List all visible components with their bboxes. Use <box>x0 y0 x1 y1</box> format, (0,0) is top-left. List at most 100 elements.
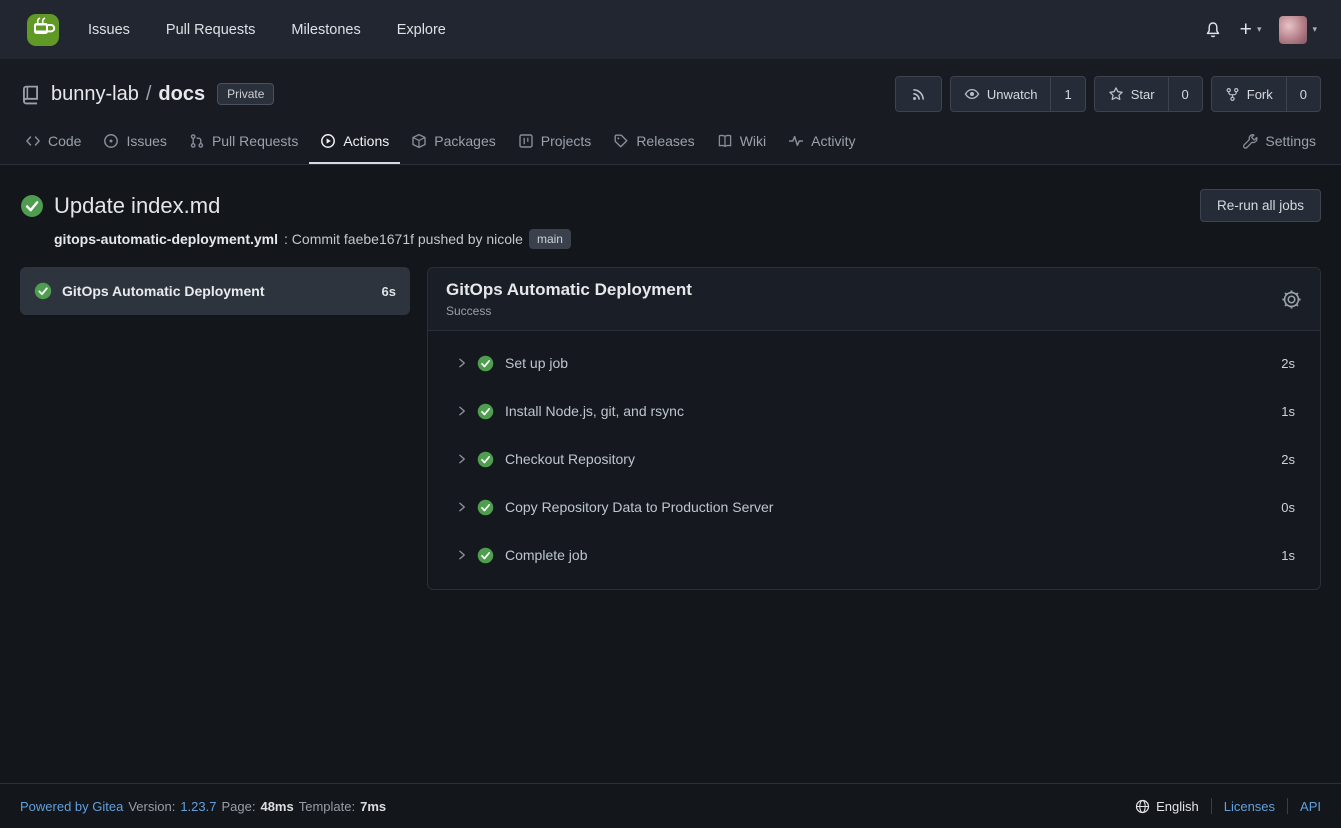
step-name: Set up job <box>505 355 1281 371</box>
eye-icon <box>964 86 980 102</box>
star-button[interactable]: Star <box>1095 77 1168 111</box>
nav-item-pull-requests[interactable]: Pull Requests <box>148 0 273 60</box>
user-menu-button[interactable]: ▾ <box>1279 16 1317 44</box>
rss-icon <box>911 87 926 102</box>
version-label: Version: <box>128 799 175 814</box>
tab-label: Code <box>48 133 81 149</box>
tab-label: Pull Requests <box>212 133 298 149</box>
step-name: Checkout Repository <box>505 451 1281 467</box>
rss-button[interactable] <box>896 77 941 111</box>
chevron-right-icon <box>456 405 468 417</box>
tab-activity[interactable]: Activity <box>777 122 866 164</box>
language-label: English <box>1156 799 1199 814</box>
tab-issues[interactable]: Issues <box>92 122 177 164</box>
watch-button-group: Unwatch 1 <box>950 76 1086 112</box>
job-list: GitOps Automatic Deployment 6s <box>20 267 410 315</box>
tab-label: Packages <box>434 133 495 149</box>
step-success-icon <box>477 355 494 372</box>
job-success-icon <box>34 282 52 300</box>
unwatch-label: Unwatch <box>987 87 1038 102</box>
tab-actions[interactable]: Actions <box>309 122 400 164</box>
unwatch-button[interactable]: Unwatch <box>951 77 1051 111</box>
visibility-badge: Private <box>217 83 274 105</box>
step-name: Install Node.js, git, and rsync <box>505 403 1281 419</box>
footer-meta: Powered by Gitea Version: 1.23.7 Page: 4… <box>20 799 386 814</box>
step-row-copy[interactable]: Copy Repository Data to Production Serve… <box>428 483 1320 531</box>
globe-icon <box>1135 799 1150 814</box>
step-name: Copy Repository Data to Production Serve… <box>505 499 1281 515</box>
chevron-right-icon <box>456 453 468 465</box>
chevron-right-icon <box>456 501 468 513</box>
repo-name-link[interactable]: docs <box>158 83 205 105</box>
repo-icon <box>20 84 41 105</box>
page-footer: Powered by Gitea Version: 1.23.7 Page: 4… <box>0 783 1341 828</box>
nav-item-issues[interactable]: Issues <box>70 0 148 60</box>
step-list: Set up job 2s Install Node.js, git, and … <box>428 331 1320 589</box>
repo-owner-link[interactable]: bunny-lab <box>51 83 139 105</box>
create-new-button[interactable]: + ▾ <box>1240 19 1262 40</box>
job-status-text: Success <box>446 304 692 318</box>
tab-code[interactable]: Code <box>14 122 92 164</box>
chevron-down-icon: ▾ <box>1257 24 1262 35</box>
api-link[interactable]: API <box>1288 799 1321 814</box>
star-icon <box>1108 86 1124 102</box>
repo-tabs: Code Issues Pull Requests Actions Packag… <box>0 122 1341 164</box>
notifications-bell-icon[interactable] <box>1204 21 1222 39</box>
powered-by-gitea-link[interactable]: Powered by Gitea <box>20 799 123 814</box>
workflow-file: gitops-automatic-deployment.yml <box>54 231 278 247</box>
job-options-gear-icon[interactable] <box>1281 289 1302 310</box>
repo-title-row: bunny-lab/docs Private Unwatch 1 <box>0 60 1341 122</box>
job-detail-header: GitOps Automatic Deployment Success <box>428 268 1320 331</box>
job-list-item[interactable]: GitOps Automatic Deployment 6s <box>20 267 410 315</box>
step-duration: 0s <box>1281 500 1295 515</box>
step-success-icon <box>477 499 494 516</box>
step-row-install[interactable]: Install Node.js, git, and rsync 1s <box>428 387 1320 435</box>
tab-wiki[interactable]: Wiki <box>706 122 777 164</box>
rerun-all-jobs-button[interactable]: Re-run all jobs <box>1200 189 1321 222</box>
repo-header: bunny-lab/docs Private Unwatch 1 <box>0 60 1341 165</box>
forks-count[interactable]: 0 <box>1286 77 1320 111</box>
tab-label: Issues <box>126 133 166 149</box>
tab-releases[interactable]: Releases <box>602 122 705 164</box>
actions-run-page: Update index.md Re-run all jobs gitops-a… <box>0 165 1341 783</box>
run-status-success-icon <box>20 194 44 218</box>
fork-button[interactable]: Fork <box>1212 77 1286 111</box>
step-row-setup[interactable]: Set up job 2s <box>428 339 1320 387</box>
tab-settings[interactable]: Settings <box>1231 122 1327 164</box>
run-title: Update index.md <box>54 193 220 219</box>
tab-projects[interactable]: Projects <box>507 122 603 164</box>
job-detail-card: GitOps Automatic Deployment Success Set … <box>427 267 1321 590</box>
tab-label: Settings <box>1265 133 1316 149</box>
step-row-complete[interactable]: Complete job 1s <box>428 531 1320 579</box>
fork-icon <box>1225 87 1240 102</box>
chevron-down-icon: ▾ <box>1312 24 1317 35</box>
job-name: GitOps Automatic Deployment <box>62 283 372 299</box>
rss-button-group <box>895 76 942 112</box>
nav-item-explore[interactable]: Explore <box>379 0 464 60</box>
version-link[interactable]: 1.23.7 <box>180 799 216 814</box>
fork-button-group: Fork 0 <box>1211 76 1321 112</box>
step-duration: 2s <box>1281 452 1295 467</box>
watchers-count[interactable]: 1 <box>1050 77 1084 111</box>
language-selector[interactable]: English <box>1135 799 1211 814</box>
tab-label: Projects <box>541 133 592 149</box>
step-duration: 2s <box>1281 356 1295 371</box>
tab-label: Wiki <box>740 133 766 149</box>
footer-links: English Licenses API <box>1135 798 1321 814</box>
stars-count[interactable]: 0 <box>1168 77 1202 111</box>
tab-packages[interactable]: Packages <box>400 122 506 164</box>
gitea-logo-icon[interactable] <box>26 13 60 47</box>
tab-label: Activity <box>811 133 855 149</box>
job-detail-title: GitOps Automatic Deployment <box>446 280 692 300</box>
step-row-checkout[interactable]: Checkout Repository 2s <box>428 435 1320 483</box>
repo-action-buttons: Unwatch 1 Star 0 Fork 0 <box>895 76 1321 112</box>
run-subtitle: gitops-automatic-deployment.yml : Commit … <box>54 229 1321 249</box>
nav-item-milestones[interactable]: Milestones <box>273 0 378 60</box>
repo-breadcrumb: bunny-lab/docs <box>51 83 205 106</box>
chevron-right-icon <box>456 357 468 369</box>
tab-pull-requests[interactable]: Pull Requests <box>178 122 309 164</box>
step-name: Complete job <box>505 547 1281 563</box>
commit-info: : Commit faebe1671f pushed by nicole <box>284 231 523 247</box>
branch-badge[interactable]: main <box>529 229 571 249</box>
licenses-link[interactable]: Licenses <box>1212 799 1287 814</box>
